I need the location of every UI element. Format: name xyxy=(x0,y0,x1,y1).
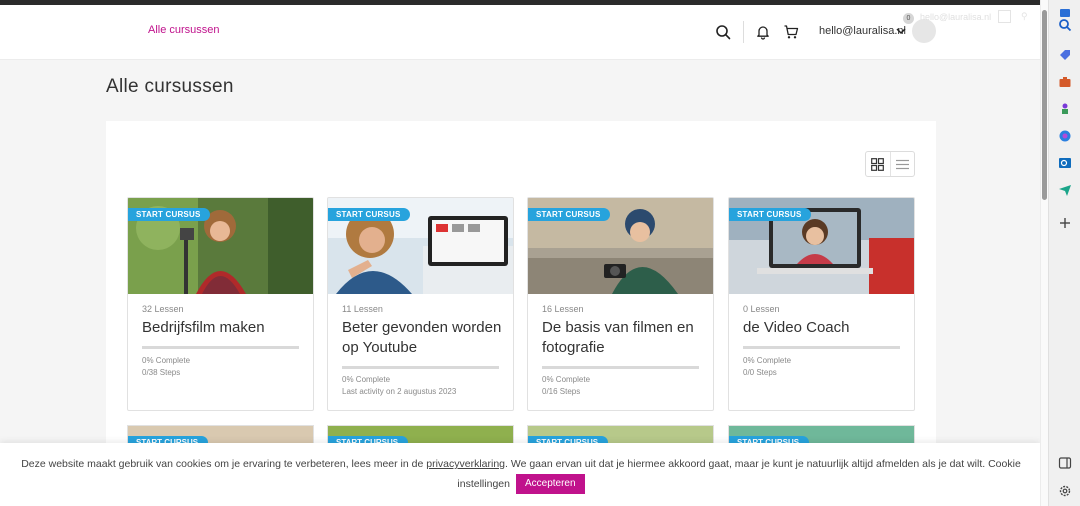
course-title[interactable]: De basis van filmen en fotografie xyxy=(542,318,707,358)
bell-icon[interactable] xyxy=(755,24,771,40)
start-course-ribbon[interactable]: START CURSUS xyxy=(528,208,611,221)
course-card[interactable]: START CURSUS 32 Lessen Bedrijfsfilm make… xyxy=(127,197,314,411)
briefcase-icon[interactable] xyxy=(1058,75,1072,89)
course-meta: 0% Complete 0/16 Steps xyxy=(542,374,590,398)
scrollbar-thumb[interactable] xyxy=(1042,10,1047,200)
steps-text: 0/0 Steps xyxy=(743,368,777,377)
progress-bar xyxy=(542,366,699,369)
tag-icon[interactable] xyxy=(1058,48,1072,62)
cart-icon[interactable] xyxy=(783,24,799,40)
user-email[interactable]: hello@lauralisa.nl xyxy=(819,25,906,37)
ghost-email: hello@lauralisa.nl xyxy=(920,12,992,22)
website: Alle cursussen hello@lauralisa.nl 0 hell… xyxy=(0,5,1040,506)
complete-text: 0% Complete xyxy=(342,375,391,384)
chevron-down-icon[interactable] xyxy=(896,27,906,35)
privacy-link[interactable]: privacyverklaring xyxy=(426,458,505,470)
accept-cookies-button[interactable]: Accepteren xyxy=(515,474,585,495)
course-card[interactable]: START CURSUS 16 Lessen De basis van film… xyxy=(527,197,714,411)
avatar[interactable] xyxy=(912,19,936,43)
send-icon[interactable] xyxy=(1058,183,1072,197)
ghost-avatar-box xyxy=(998,10,1011,23)
cookie-text: Deze website maakt gebruik van cookies o… xyxy=(14,454,1028,495)
last-activity-text: Last activity on 2 augustus 2023 xyxy=(342,387,457,396)
complete-text: 0% Complete xyxy=(142,356,191,365)
lesson-count: 32 Lessen xyxy=(142,304,184,314)
course-meta: 0% Complete 0/0 Steps xyxy=(743,355,791,379)
sidebar-toggle-icon[interactable] xyxy=(1058,456,1072,470)
steps-text: 0/16 Steps xyxy=(542,387,581,396)
browser-sidebar xyxy=(1048,0,1080,506)
course-meta: 0% Complete 0/38 Steps xyxy=(142,355,190,379)
course-title[interactable]: Bedrijfsfilm maken xyxy=(142,318,307,338)
grid-view-icon xyxy=(871,157,885,171)
start-course-ribbon[interactable]: START CURSUS xyxy=(729,208,812,221)
header-separator xyxy=(743,21,744,43)
page-title: Alle cursussen xyxy=(106,76,234,97)
cookie-text-before: Deze website maakt gebruik van cookies o… xyxy=(21,458,427,470)
search-icon[interactable] xyxy=(1058,18,1072,32)
course-meta: 0% Complete Last activity on 2 augustus … xyxy=(342,374,456,398)
progress-bar xyxy=(142,346,299,349)
list-view-button[interactable] xyxy=(889,152,915,176)
copilot-icon[interactable] xyxy=(1058,129,1072,143)
list-view-icon xyxy=(895,159,909,169)
progress-bar xyxy=(743,346,900,349)
search-icon[interactable] xyxy=(715,24,731,40)
chess-icon[interactable] xyxy=(1058,102,1072,116)
complete-text: 0% Complete xyxy=(542,375,591,384)
plus-icon[interactable] xyxy=(1058,216,1072,230)
course-card[interactable]: START CURSUS 0 Lessen de Video Coach 0% … xyxy=(728,197,915,411)
start-course-ribbon[interactable]: START CURSUS xyxy=(128,208,211,221)
outlook-icon[interactable] xyxy=(1058,156,1072,170)
cookie-banner: Deze website maakt gebruik van cookies o… xyxy=(0,443,1040,506)
ghost-search-icon: ⚲ xyxy=(1021,11,1028,21)
course-card[interactable]: START CURSUS 11 Lessen Beter gevonden wo… xyxy=(327,197,514,411)
start-course-ribbon[interactable]: START CURSUS xyxy=(328,208,411,221)
view-toggle xyxy=(865,151,915,177)
course-title[interactable]: Beter gevonden worden op Youtube xyxy=(342,318,507,358)
site-header: Alle cursussen hello@lauralisa.nl 0 hell… xyxy=(0,5,1040,60)
course-title[interactable]: de Video Coach xyxy=(743,318,908,338)
lesson-count: 11 Lessen xyxy=(342,304,383,314)
grid-view-button[interactable] xyxy=(866,152,890,176)
lesson-count: 16 Lessen xyxy=(542,304,584,314)
progress-bar xyxy=(342,366,499,369)
notification-count-badge: 0 xyxy=(903,13,914,24)
steps-text: 0/38 Steps xyxy=(142,368,181,377)
gear-icon[interactable] xyxy=(1058,484,1072,498)
lesson-count: 0 Lessen xyxy=(743,304,780,314)
complete-text: 0% Complete xyxy=(743,356,792,365)
nav-link-alle-cursussen[interactable]: Alle cursussen xyxy=(148,24,220,36)
